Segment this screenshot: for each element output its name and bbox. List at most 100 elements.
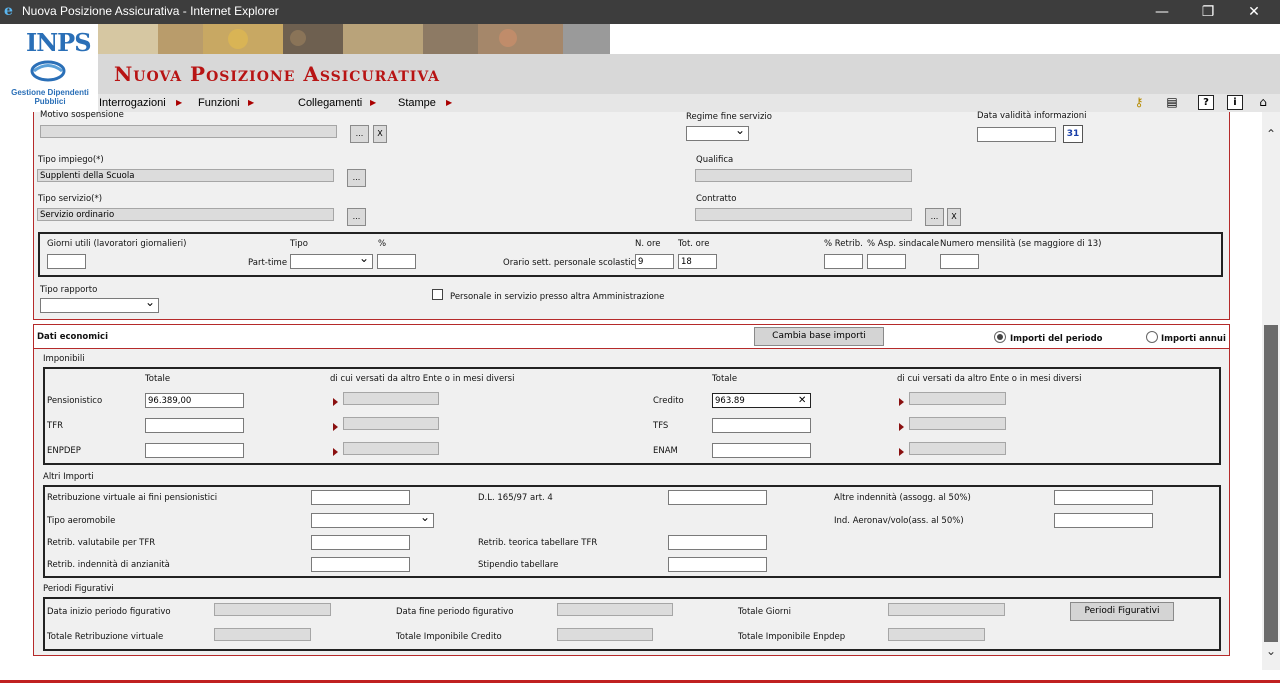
giorni-utili-input[interactable] — [47, 254, 86, 269]
totale-label-left: Totale — [145, 374, 171, 384]
data-validita-input[interactable] — [977, 127, 1056, 142]
altre-indennita-input[interactable] — [1054, 490, 1153, 505]
ind-aeronav-input[interactable] — [1054, 513, 1153, 528]
motivo-clear-button[interactable]: X — [373, 125, 387, 143]
altri-importi-title: Altri Importi — [43, 472, 94, 482]
clear-input-icon[interactable]: ✕ — [798, 395, 806, 406]
tipo-servizio-label: Tipo servizio(*) — [38, 194, 103, 204]
altra-amm-checkbox[interactable] — [432, 289, 443, 300]
arrow-right-icon — [333, 423, 338, 431]
totale-giorni-field — [888, 603, 1005, 616]
key-icon[interactable]: ⚷ — [1131, 95, 1147, 110]
window-title: Nuova Posizione Assicurativa - Internet … — [22, 4, 279, 18]
tipo-impiego-label: Tipo impiego(*) — [38, 155, 104, 165]
menu-arrow-icon: ▶ — [370, 98, 377, 107]
bottom-border — [0, 680, 1280, 690]
window-titlebar: e Nuova Posizione Assicurativa - Interne… — [0, 0, 1280, 24]
tot-ore-input[interactable]: 18 — [678, 254, 717, 269]
data-fine-label: Data fine periodo figurativo — [396, 607, 514, 617]
tot-retrib-field — [214, 628, 311, 641]
dati-economici-title: Dati economici — [37, 332, 108, 342]
tipo-rapporto-select[interactable] — [40, 295, 159, 313]
tipo-aeromobile-label: Tipo aeromobile — [47, 516, 116, 526]
arrow-right-icon — [899, 398, 904, 406]
info-icon[interactable]: i — [1227, 95, 1243, 110]
periodi-figurativi-title: Periodi Figurativi — [43, 584, 114, 594]
part-time-tipo-select[interactable] — [290, 251, 373, 269]
dl165-label: D.L. 165/97 art. 4 — [478, 493, 553, 503]
mensilita-label: Numero mensilità (se maggiore di 13) — [940, 239, 1102, 249]
menu-interrogazioni[interactable]: Interrogazioni — [99, 97, 166, 109]
tipo-servizio-browse-button[interactable]: ... — [347, 208, 366, 226]
pct-retrib-input[interactable] — [824, 254, 863, 269]
contratto-label: Contratto — [696, 194, 737, 204]
pct-asp-input[interactable] — [867, 254, 906, 269]
n-ore-input[interactable]: 9 — [635, 254, 674, 269]
minimize-button[interactable]: — — [1139, 2, 1185, 22]
tfr-input[interactable] — [145, 418, 244, 433]
data-validita-label: Data validità informazioni — [977, 111, 1087, 121]
tfs-input[interactable] — [712, 418, 811, 433]
stipendio-input[interactable] — [668, 557, 767, 572]
menu-stampe[interactable]: Stampe — [398, 97, 436, 109]
tipo-rapporto-label: Tipo rapporto — [40, 285, 98, 295]
close-button[interactable]: ✕ — [1231, 2, 1277, 22]
scrollbar-thumb[interactable] — [1264, 325, 1278, 642]
arrow-right-icon — [899, 448, 904, 456]
totale-label-right: Totale — [712, 374, 738, 384]
tipo-aeromobile-select[interactable] — [311, 510, 434, 528]
credito-label: Credito — [653, 396, 684, 406]
logo-subtitle: Gestione Dipendenti Pubblici — [11, 88, 89, 106]
credito-input[interactable]: 963.89 — [712, 393, 811, 408]
enpdep-input[interactable] — [145, 443, 244, 458]
regime-fine-servizio-label: Regime fine servizio — [686, 112, 772, 122]
altri-importi-box — [43, 485, 1221, 578]
menu-collegamenti[interactable]: Collegamenti — [298, 97, 362, 109]
regime-fine-servizio-select[interactable] — [686, 123, 749, 141]
stipendio-label: Stipendio tabellare — [478, 560, 559, 570]
orario-label: Orario sett. personale scolastico — [503, 258, 641, 268]
tot-enpdep-label: Totale Imponibile Enpdep — [738, 632, 846, 642]
altre-indennita-label: Altre indennità (assogg. al 50%) — [834, 493, 971, 503]
tot-retrib-label: Totale Retribuzione virtuale — [47, 632, 164, 642]
contratto-field — [695, 208, 912, 221]
tipo-impiego-browse-button[interactable]: ... — [347, 169, 366, 187]
sitemap-icon[interactable]: ⌂ — [1255, 95, 1271, 110]
importi-periodo-radio[interactable] — [994, 331, 1006, 343]
enam-input[interactable] — [712, 443, 811, 458]
contratto-clear-button[interactable]: X — [947, 208, 961, 226]
qualifica-field — [695, 169, 912, 182]
dl165-input[interactable] — [668, 490, 767, 505]
retrib-anzianita-input[interactable] — [311, 557, 410, 572]
retrib-tfr-input[interactable] — [311, 535, 410, 550]
mensilita-input[interactable] — [940, 254, 979, 269]
importi-annui-radio[interactable] — [1146, 331, 1158, 343]
motivo-sospensione-field — [40, 125, 337, 138]
retrib-teorica-input[interactable] — [668, 535, 767, 550]
menu-funzioni[interactable]: Funzioni — [198, 97, 240, 109]
help-icon[interactable]: ? — [1198, 95, 1214, 110]
menu-arrow-icon: ▶ — [248, 98, 255, 107]
calendar-icon[interactable]: 31 — [1063, 125, 1083, 143]
tot-ore-label: Tot. ore — [678, 239, 710, 249]
part-time-tipo-label: Tipo — [290, 239, 308, 249]
contratto-browse-button[interactable]: ... — [925, 208, 944, 226]
motivo-browse-button[interactable]: ... — [350, 125, 369, 143]
page-title: Nuova Posizione Assicurativa — [114, 62, 440, 86]
enpdep-label: ENPDEP — [47, 446, 81, 456]
periodi-figurativi-button[interactable]: Periodi Figurativi — [1070, 602, 1174, 621]
totale-giorni-label: Totale Giorni — [738, 607, 792, 617]
retrib-virtuale-input[interactable] — [311, 490, 410, 505]
part-time-pct-input[interactable] — [377, 254, 416, 269]
pensionistico-input[interactable]: 96.389,00 — [145, 393, 244, 408]
data-inizio-field — [214, 603, 331, 616]
arrow-right-icon — [333, 448, 338, 456]
scroll-down-icon[interactable]: ⌄ — [1262, 644, 1280, 658]
giorni-utili-label: Giorni utili (lavoratori giornalieri) — [47, 239, 187, 249]
cambia-base-importi-button[interactable]: Cambia base importi — [754, 327, 884, 346]
scroll-up-icon[interactable]: ⌃ — [1262, 127, 1280, 141]
part-time-label: Part-time — [248, 258, 288, 268]
restore-button[interactable]: ❐ — [1185, 2, 1231, 22]
printer-icon[interactable]: ▤ — [1164, 95, 1180, 110]
data-inizio-label: Data inizio periodo figurativo — [47, 607, 171, 617]
